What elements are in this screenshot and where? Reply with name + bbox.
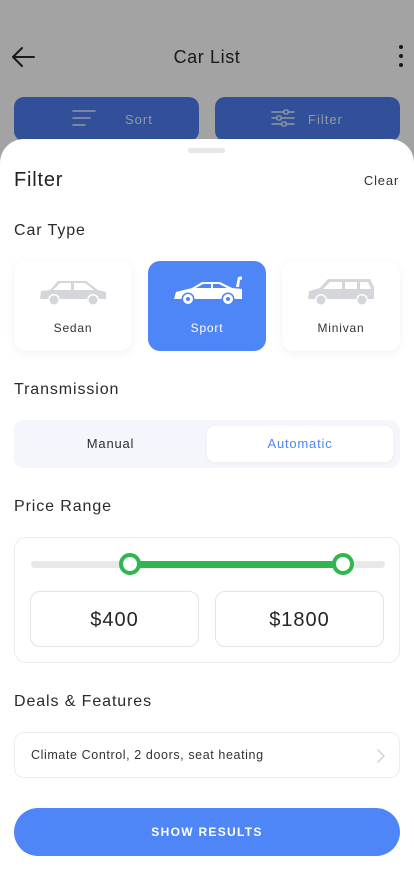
price-range-panel: $400 $1800 bbox=[14, 537, 400, 663]
car-type-minivan[interactable]: Minivan bbox=[282, 261, 400, 351]
deals-features-selector[interactable]: Climate Control, 2 doors, seat heating bbox=[14, 732, 400, 778]
clear-button[interactable]: Clear bbox=[364, 173, 399, 188]
price-min-field[interactable]: $400 bbox=[30, 591, 199, 647]
price-range-heading: Price Range bbox=[14, 498, 112, 515]
transmission-automatic[interactable]: Automatic bbox=[207, 426, 393, 462]
car-type-label: Minivan bbox=[317, 321, 365, 335]
sedan-car-icon bbox=[40, 281, 106, 306]
deals-features-value: Climate Control, 2 doors, seat heating bbox=[31, 748, 264, 762]
filter-title: Filter bbox=[14, 169, 64, 191]
transmission-heading: Transmission bbox=[14, 381, 120, 398]
car-type-sport[interactable]: Sport bbox=[148, 261, 266, 351]
car-type-label: Sedan bbox=[53, 321, 93, 335]
car-type-sedan[interactable]: Sedan bbox=[14, 261, 132, 351]
minivan-icon bbox=[308, 279, 374, 306]
filter-sheet: Filter Clear Car Type Sedan Sport Miniva… bbox=[0, 139, 414, 896]
price-min-handle[interactable] bbox=[119, 553, 142, 575]
sport-car-icon bbox=[174, 276, 242, 306]
price-slider-fill bbox=[130, 561, 343, 568]
transmission-toggle: Manual Automatic bbox=[14, 420, 400, 468]
sheet-drag-handle[interactable] bbox=[188, 148, 225, 153]
price-max-handle[interactable] bbox=[331, 553, 354, 575]
deals-heading: Deals & Features bbox=[14, 693, 153, 710]
car-type-heading: Car Type bbox=[14, 222, 86, 239]
car-type-label: Sport bbox=[190, 321, 224, 335]
show-results-button[interactable]: SHOW RESULTS bbox=[14, 808, 400, 856]
transmission-manual[interactable]: Manual bbox=[22, 426, 199, 462]
price-max-field[interactable]: $1800 bbox=[215, 591, 384, 647]
chevron-right-icon bbox=[377, 749, 385, 763]
